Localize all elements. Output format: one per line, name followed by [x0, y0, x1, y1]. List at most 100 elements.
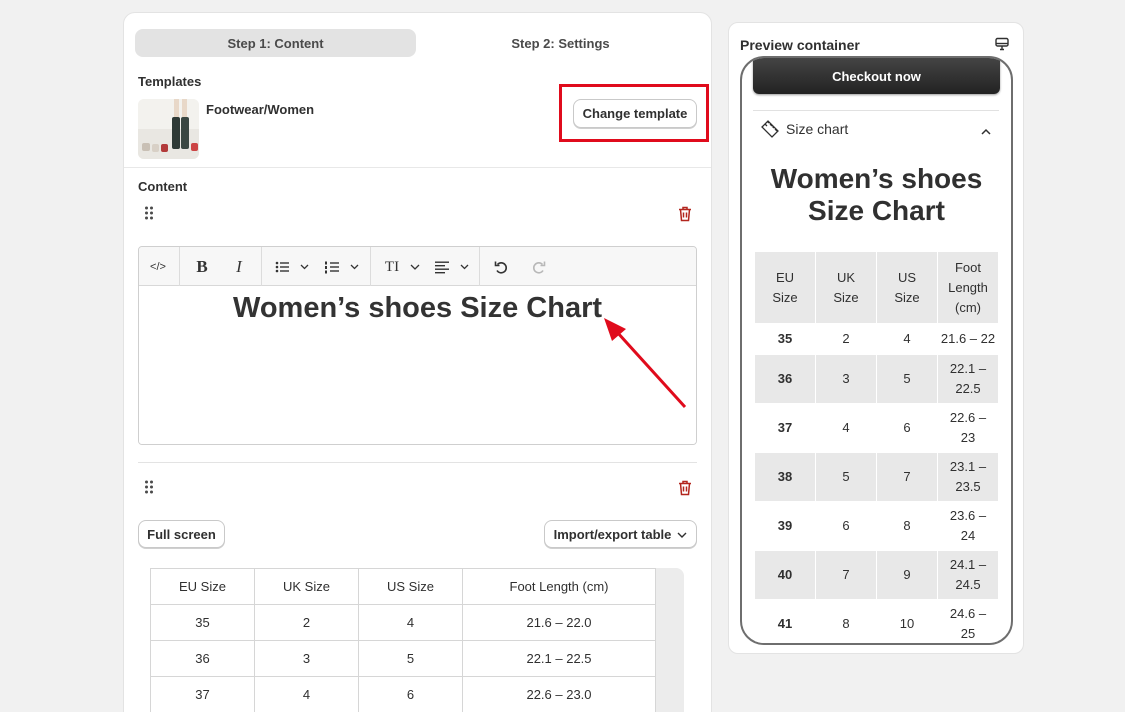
table-cell: 7 — [877, 453, 937, 501]
table-row: 39 6 8 23.6 – 24 — [755, 502, 998, 550]
table-cell[interactable]: 22.1 – 22.5 — [462, 640, 656, 677]
table-cell: 40 — [755, 551, 815, 599]
cell-line: 24.6 – — [949, 606, 987, 621]
table-row: 38 5 7 23.1 – 23.5 — [755, 453, 998, 501]
table-cell: 10 — [877, 600, 937, 643]
table-cell: 39 — [755, 502, 815, 550]
table-row: 40 7 9 24.1 – 24.5 — [755, 551, 998, 599]
table-row: 36 3 5 22.1 – 22.5 — [150, 640, 656, 677]
desktop-view-icon[interactable] — [995, 37, 1009, 56]
divider — [753, 110, 999, 111]
table-cell: 9 — [877, 551, 937, 599]
header-line: UK — [836, 269, 856, 285]
table-header-cell[interactable]: EU Size — [150, 568, 255, 605]
table-cell[interactable]: 3 — [254, 640, 359, 677]
header-line: US — [897, 269, 917, 285]
toolbar-separator — [261, 247, 262, 286]
table-cell: 8 — [877, 502, 937, 550]
table-row: 41 8 10 24.6 – 25 — [755, 600, 998, 643]
table-cell[interactable]: 21.6 – 22.0 — [462, 604, 656, 641]
cell-line: 25 — [960, 626, 976, 641]
step-tabs: Step 1: Content Step 2: Settings — [135, 29, 701, 57]
size-chart-label: Size chart — [786, 121, 849, 137]
toolbar-separator — [370, 247, 371, 286]
table-cell: 23.6 – 24 — [938, 502, 998, 550]
section-divider — [124, 167, 711, 168]
table-cell[interactable]: 2 — [254, 604, 359, 641]
checkout-now-button[interactable]: Checkout now — [753, 58, 1000, 94]
table-cell: 23.1 – 23.5 — [938, 453, 998, 501]
table-header-cell[interactable]: UK Size — [254, 568, 359, 605]
table-cell[interactable]: 22.6 – 23.0 — [462, 676, 656, 712]
table-cell[interactable]: 5 — [358, 640, 463, 677]
table-cell: 4 — [816, 404, 876, 452]
table-cell[interactable]: 35 — [150, 604, 255, 641]
bullet-list-button[interactable] — [273, 256, 313, 278]
code-view-button[interactable]: </> — [147, 256, 169, 278]
content-editor-panel: Step 1: Content Step 2: Settings Templat… — [123, 12, 712, 712]
table-cell: 5 — [816, 453, 876, 501]
bold-button[interactable]: B — [191, 256, 213, 278]
text-size-button[interactable]: TI — [382, 256, 402, 278]
templates-label: Templates — [138, 74, 202, 89]
cell-line: 23.1 – — [949, 459, 987, 474]
cell-line: 24.5 — [955, 577, 981, 592]
cell-line: 24.1 – — [949, 557, 987, 572]
table-header-cell: EU Size — [755, 252, 815, 323]
header-line: (cm) — [955, 299, 981, 315]
editor-body[interactable]: Women’s shoes Size Chart — [139, 286, 696, 444]
toolbar-separator — [479, 247, 480, 286]
tab-step-settings[interactable]: Step 2: Settings — [420, 29, 701, 57]
preview-heading-line: Women’s shoes — [770, 163, 983, 194]
delete-icon[interactable] — [678, 480, 692, 501]
cell-line: 23.6 – — [949, 508, 987, 523]
chevron-down-icon[interactable] — [407, 256, 423, 278]
size-table-preview: EU Size UK Size US Size Foot Length (cm) 35 2… — [754, 251, 999, 643]
align-button[interactable] — [433, 256, 473, 278]
table-cell[interactable]: 6 — [358, 676, 463, 712]
numbered-list-button[interactable] — [323, 256, 363, 278]
table-cell: 38 — [755, 453, 815, 501]
header-line: Size — [894, 289, 920, 305]
table-row: 35 2 4 21.6 – 22 — [755, 324, 998, 354]
table-row: 35 2 4 21.6 – 22.0 — [150, 604, 656, 641]
table-cell: 35 — [755, 324, 815, 354]
table-cell[interactable]: 4 — [358, 604, 463, 641]
chevron-down-icon — [677, 527, 687, 542]
table-cell[interactable]: 4 — [254, 676, 359, 712]
table-header-cell[interactable]: US Size — [358, 568, 463, 605]
table-row: 37 4 6 22.6 – 23 — [755, 404, 998, 452]
table-cell: 36 — [755, 355, 815, 403]
cell-line: 23.5 — [955, 479, 981, 494]
table-cell: 21.6 – 22 — [938, 324, 998, 354]
redo-icon[interactable] — [529, 256, 549, 278]
header-line: EU — [775, 269, 795, 285]
table-cell: 7 — [816, 551, 876, 599]
table-header-cell[interactable]: Foot Length (cm) — [462, 568, 656, 605]
drag-handle-icon[interactable] — [144, 480, 154, 499]
table-cell: 5 — [877, 355, 937, 403]
annotation-highlight-box — [559, 84, 709, 142]
table-cell[interactable]: 36 — [150, 640, 255, 677]
tab-step-content[interactable]: Step 1: Content — [135, 29, 416, 57]
content-label: Content — [138, 179, 188, 194]
import-export-table-button[interactable]: Import/export table — [544, 520, 697, 548]
cell-line: 22.1 – — [949, 361, 987, 376]
table-cell[interactable]: 37 — [150, 676, 255, 712]
phone-preview-frame: Checkout now Size chart Women’s shoes Si… — [740, 56, 1013, 645]
undo-icon[interactable] — [491, 256, 511, 278]
table-row: 36 3 5 22.1 – 22.5 — [755, 355, 998, 403]
table-row: 37 4 6 22.6 – 23.0 — [150, 676, 656, 712]
cell-line: 23 — [960, 430, 976, 445]
header-line: Length — [948, 279, 988, 295]
delete-icon[interactable] — [678, 206, 692, 227]
table-cell: 2 — [816, 324, 876, 354]
ruler-icon — [760, 119, 780, 144]
full-screen-button[interactable]: Full screen — [138, 520, 225, 548]
drag-handle-icon[interactable] — [144, 206, 154, 225]
preview-panel: Preview container Checkout now Size char… — [728, 22, 1024, 654]
table-cell: 3 — [816, 355, 876, 403]
italic-button[interactable]: I — [228, 256, 250, 278]
size-chart-toggle[interactable]: Size chart — [753, 116, 999, 142]
table-cell: 6 — [877, 404, 937, 452]
